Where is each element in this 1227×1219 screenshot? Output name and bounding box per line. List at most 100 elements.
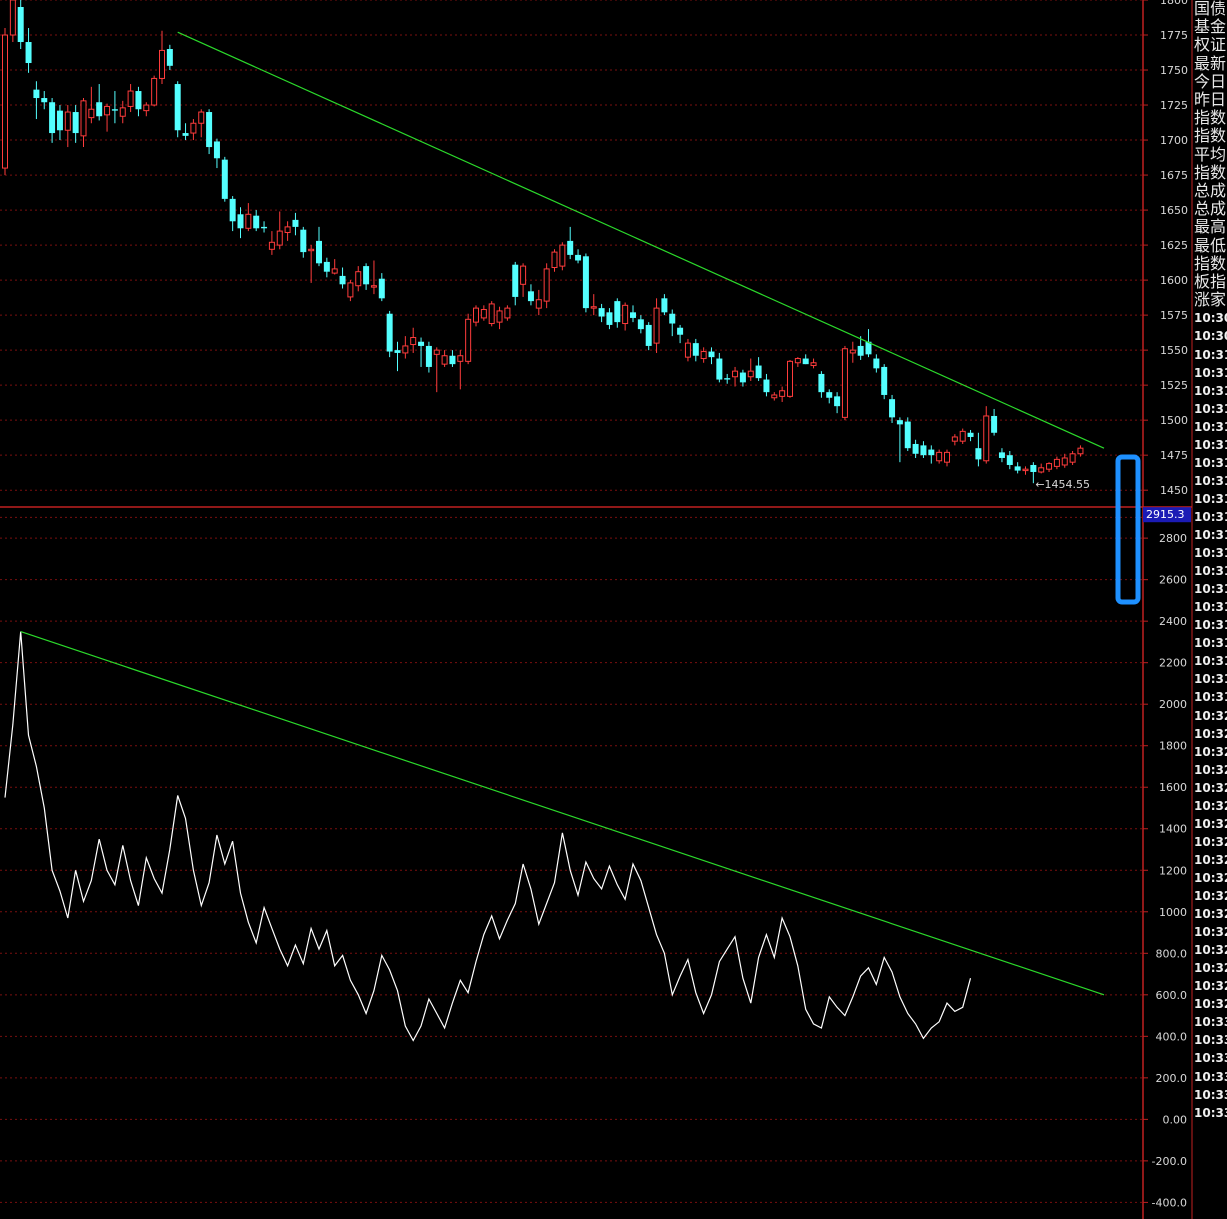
- sidebar-time[interactable]: 10:33: [1194, 1031, 1227, 1049]
- candle-body: [559, 244, 566, 267]
- sidebar-time[interactable]: 10:31: [1194, 544, 1227, 562]
- sidebar-time[interactable]: 10:32: [1194, 977, 1227, 995]
- sidebar-label[interactable]: 平均: [1194, 146, 1227, 164]
- sidebar-time[interactable]: 10:31: [1194, 616, 1227, 634]
- sidebar-time[interactable]: 10:32: [1194, 941, 1227, 959]
- sidebar-label[interactable]: 总成: [1194, 200, 1227, 218]
- candle-body: [96, 102, 103, 117]
- sidebar-time[interactable]: 10:31: [1194, 634, 1227, 652]
- sidebar-time[interactable]: 10:32: [1194, 707, 1227, 725]
- sidebar-time[interactable]: 10:31: [1194, 562, 1227, 580]
- sidebar-time[interactable]: 10:32: [1194, 761, 1227, 779]
- candle-body: [1053, 458, 1060, 467]
- sidebar-time[interactable]: 10:31: [1194, 670, 1227, 688]
- sidebar-label[interactable]: 最高: [1194, 218, 1227, 236]
- sidebar-time[interactable]: 10:32: [1194, 923, 1227, 941]
- candle-body: [512, 264, 519, 297]
- sidebar-label[interactable]: 最低: [1194, 237, 1227, 255]
- sidebar-label[interactable]: 权证: [1194, 36, 1227, 54]
- candle-body: [669, 313, 676, 324]
- candle-body: [190, 122, 197, 134]
- sidebar-time[interactable]: 10:32: [1194, 869, 1227, 887]
- candle-body: [182, 133, 189, 136]
- candle-body: [284, 226, 291, 233]
- candle-body: [630, 312, 636, 318]
- sidebar-time[interactable]: 10:33: [1194, 1049, 1227, 1067]
- sidebar-time[interactable]: 10:31: [1194, 688, 1227, 706]
- sidebar-time[interactable]: 10:33: [1194, 1104, 1227, 1122]
- candle-body: [276, 230, 283, 246]
- sidebar-time[interactable]: 10:31: [1194, 418, 1227, 436]
- candle-body: [135, 91, 142, 110]
- candle-body: [56, 110, 63, 131]
- y-tick-label: 1600: [1160, 274, 1188, 287]
- sidebar-time[interactable]: 10:32: [1194, 725, 1227, 743]
- sidebar-time[interactable]: 10:31: [1194, 400, 1227, 418]
- candle: [559, 242, 566, 271]
- candle-body: [488, 303, 495, 325]
- candle-body: [567, 240, 574, 255]
- sidebar-time[interactable]: 10:31: [1194, 346, 1227, 364]
- sidebar-time[interactable]: 10:32: [1194, 815, 1227, 833]
- sidebar-time[interactable]: 10:31: [1194, 472, 1227, 490]
- sidebar-label[interactable]: 指数: [1194, 127, 1227, 145]
- candle-body: [661, 298, 668, 313]
- sidebar-time[interactable]: 10:32: [1194, 995, 1227, 1013]
- candle-body: [951, 436, 958, 442]
- sidebar-time[interactable]: 10:32: [1194, 797, 1227, 815]
- candle-body: [33, 89, 40, 99]
- sidebar-label[interactable]: 指数: [1194, 109, 1227, 127]
- sidebar-time[interactable]: 10:32: [1194, 851, 1227, 869]
- sidebar-time[interactable]: 10:31: [1194, 508, 1227, 526]
- sidebar-time[interactable]: 10:32: [1194, 905, 1227, 923]
- sidebar-time[interactable]: 10:30: [1194, 327, 1227, 345]
- sidebar-time[interactable]: 10:31: [1194, 364, 1227, 382]
- sidebar-time[interactable]: 10:31: [1194, 580, 1227, 598]
- sidebar-time[interactable]: 10:31: [1194, 382, 1227, 400]
- candle: [17, 0, 24, 50]
- sidebar-label[interactable]: 涨家: [1194, 291, 1227, 309]
- candle-body: [386, 313, 393, 352]
- candle-body: [25, 42, 32, 64]
- sidebar-time[interactable]: 10:30: [1194, 309, 1227, 327]
- candle-body: [433, 349, 440, 355]
- sidebar-label[interactable]: 总成: [1194, 182, 1227, 200]
- sidebar-label[interactable]: 昨日: [1194, 91, 1227, 109]
- candle-body: [425, 345, 432, 367]
- candle-body: [441, 355, 448, 365]
- sidebar-time[interactable]: 10:31: [1194, 652, 1227, 670]
- candle-body: [253, 215, 260, 229]
- sidebar-time[interactable]: 10:31: [1194, 436, 1227, 454]
- candle-body: [104, 105, 111, 116]
- sidebar-label[interactable]: 指数: [1194, 255, 1227, 273]
- sidebar-label[interactable]: 板指: [1194, 273, 1227, 291]
- candle-body: [1014, 466, 1021, 471]
- sidebar-time[interactable]: 10:33: [1194, 1068, 1227, 1086]
- sidebar-time[interactable]: 10:32: [1194, 959, 1227, 977]
- y-tick-label: 1625: [1160, 239, 1188, 252]
- candle-body: [339, 275, 346, 285]
- sidebar-label[interactable]: 最新: [1194, 55, 1227, 73]
- y-tick-label: 0.00: [1163, 1113, 1188, 1126]
- sidebar-label[interactable]: 指数: [1194, 164, 1227, 182]
- sidebar-time[interactable]: 10:31: [1194, 454, 1227, 472]
- candle-body: [708, 351, 715, 358]
- candle-body: [151, 77, 158, 106]
- sidebar-time[interactable]: 10:32: [1194, 779, 1227, 797]
- candle-body: [88, 108, 95, 119]
- candle-body: [590, 306, 597, 309]
- candle-body: [928, 449, 935, 456]
- sidebar-time[interactable]: 10:32: [1194, 833, 1227, 851]
- sidebar-label[interactable]: 今日: [1194, 73, 1227, 91]
- sidebar-time[interactable]: 10:31: [1194, 490, 1227, 508]
- sidebar-time[interactable]: 10:32: [1194, 743, 1227, 761]
- sidebar-time[interactable]: 10:31: [1194, 598, 1227, 616]
- sidebar-time[interactable]: 10:33: [1194, 1013, 1227, 1031]
- candle-body: [1061, 457, 1068, 466]
- sidebar-label[interactable]: 基金: [1194, 18, 1227, 36]
- candle-body: [716, 358, 723, 380]
- sidebar-time[interactable]: 10:32: [1194, 887, 1227, 905]
- sidebar-time[interactable]: 10:33: [1194, 1086, 1227, 1104]
- sidebar-time[interactable]: 10:31: [1194, 526, 1227, 544]
- sidebar-label[interactable]: 国债: [1194, 0, 1227, 18]
